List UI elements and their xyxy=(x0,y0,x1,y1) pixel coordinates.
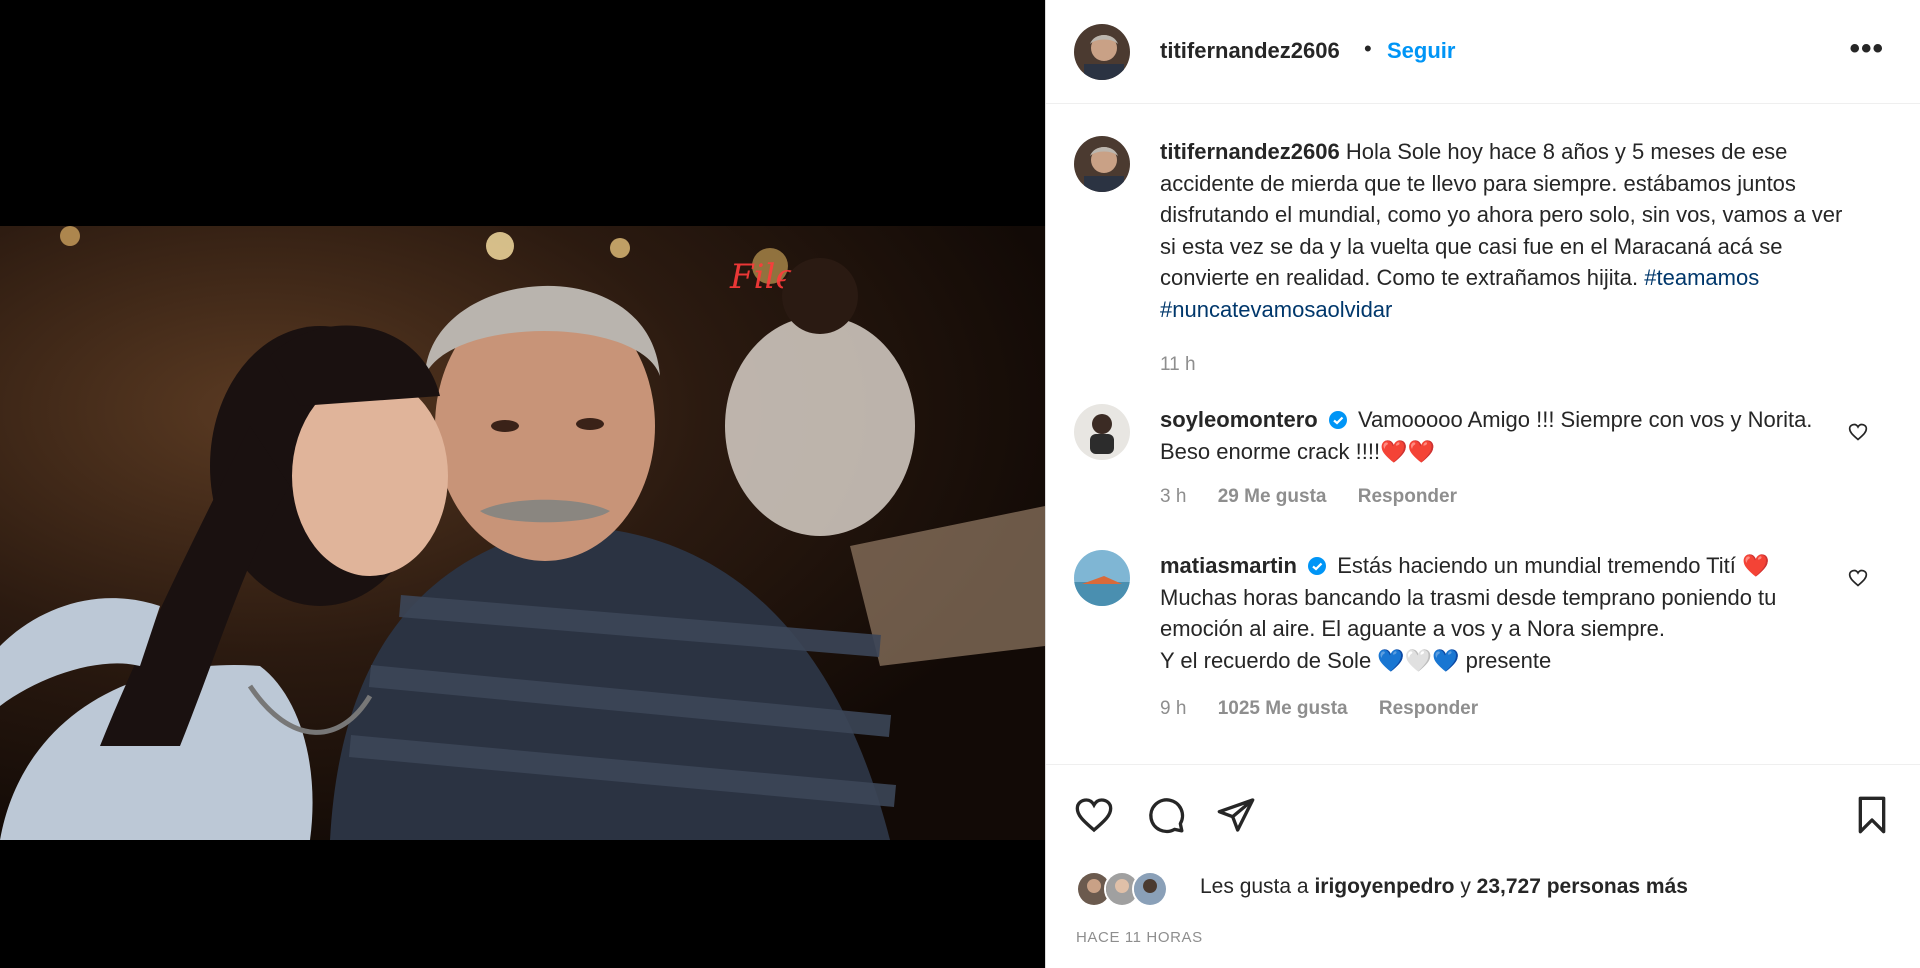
caption-time[interactable]: 11 h xyxy=(1160,354,1196,375)
post-photo[interactable]: File xyxy=(0,226,1045,840)
likes-summary: Les gusta a irigoyenpedro y 23,727 perso… xyxy=(1076,867,1876,907)
header-separator: • xyxy=(1364,36,1372,61)
author-username[interactable]: titifernandez2606 xyxy=(1160,38,1340,64)
reply-button[interactable]: Responder xyxy=(1379,698,1478,719)
comment: matiasmartin Estás haciendo un mundial t… xyxy=(1074,550,1884,726)
commenter-avatar[interactable] xyxy=(1074,404,1130,460)
heart-emoji: ❤️❤️ xyxy=(1380,438,1435,464)
likes-count[interactable]: 23,727 personas más xyxy=(1477,875,1688,898)
likes-text: Les gusta a irigoyenpedro y 23,727 perso… xyxy=(1200,875,1688,899)
follow-button[interactable]: Seguir xyxy=(1387,38,1455,64)
likes-prefix: Les gusta a xyxy=(1200,875,1309,898)
verified-icon xyxy=(1328,411,1347,429)
comment-time[interactable]: 9 h xyxy=(1160,698,1186,719)
photo-illustration: File xyxy=(0,226,1045,840)
more-options-icon[interactable]: ••• xyxy=(1849,32,1884,66)
comment-meta: 9 h 1025 Me gusta Responder xyxy=(1160,698,1504,720)
caption-meta: 11 h xyxy=(1160,354,1222,376)
comment: soyleomontero Vamooooo Amigo !!! Siempre… xyxy=(1074,404,1884,514)
comment-text: presente xyxy=(1465,647,1552,673)
comment-username[interactable]: matiasmartin xyxy=(1160,553,1297,578)
heart-emoji: ❤️ xyxy=(1742,553,1770,578)
post-timestamp[interactable]: HACE 11 HORAS xyxy=(1076,929,1203,946)
comment-text: Estás haciendo un mundial tremendo Tití xyxy=(1337,553,1736,578)
comments-list[interactable]: titifernandez2606 Hola Sole hoy hace 8 a… xyxy=(1046,104,1920,764)
comment-likes[interactable]: 1025 Me gusta xyxy=(1218,698,1348,719)
caption-avatar[interactable] xyxy=(1074,136,1130,192)
author-avatar[interactable] xyxy=(1074,24,1130,80)
share-icon[interactable] xyxy=(1216,795,1256,835)
liker-username[interactable]: irigoyenpedro xyxy=(1314,875,1454,898)
comment-like-heart-icon[interactable] xyxy=(1848,422,1868,442)
comment-text: Y el recuerdo de Sole xyxy=(1160,647,1372,673)
comment-text: Muchas horas bancando la trasmi desde te… xyxy=(1160,584,1777,642)
instagram-post-modal: File titifernandez2606 • Seguir ••• titi… xyxy=(0,0,1920,968)
commenter-avatar[interactable] xyxy=(1074,550,1130,606)
post-actions: Les gusta a irigoyenpedro y 23,727 perso… xyxy=(1046,764,1920,968)
hearts-emoji: 💙🤍💙 xyxy=(1377,647,1460,673)
heart-icon[interactable] xyxy=(1074,795,1114,835)
comment-likes[interactable]: 29 Me gusta xyxy=(1218,486,1327,507)
caption: titifernandez2606 Hola Sole hoy hace 8 a… xyxy=(1074,136,1884,375)
hashtag[interactable]: #nuncatevamosaolvidar xyxy=(1160,297,1392,322)
comment-text-block: soyleomontero Vamooooo Amigo !!! Siempre… xyxy=(1160,404,1860,467)
liker-avatar[interactable] xyxy=(1132,871,1168,907)
caption-text-block: titifernandez2606 Hola Sole hoy hace 8 a… xyxy=(1160,136,1860,325)
hashtag[interactable]: #teamamos xyxy=(1644,265,1759,290)
comment-meta: 3 h 29 Me gusta Responder xyxy=(1160,486,1483,508)
post-header: titifernandez2606 • Seguir ••• xyxy=(1046,0,1920,104)
verified-icon xyxy=(1308,557,1327,575)
comment-like-heart-icon[interactable] xyxy=(1848,568,1868,588)
comment-username[interactable]: soyleomontero xyxy=(1160,407,1318,432)
comment-time[interactable]: 3 h xyxy=(1160,486,1186,507)
reply-button[interactable]: Responder xyxy=(1358,486,1457,507)
comment-icon[interactable] xyxy=(1146,795,1186,835)
bookmark-icon[interactable] xyxy=(1852,795,1892,835)
likes-conjunction: y xyxy=(1460,875,1471,898)
comment-text-block: matiasmartin Estás haciendo un mundial t… xyxy=(1160,550,1860,676)
caption-username[interactable]: titifernandez2606 xyxy=(1160,139,1340,164)
media-area: File xyxy=(0,0,1045,968)
post-side-panel: titifernandez2606 • Seguir ••• titiferna… xyxy=(1045,0,1920,968)
